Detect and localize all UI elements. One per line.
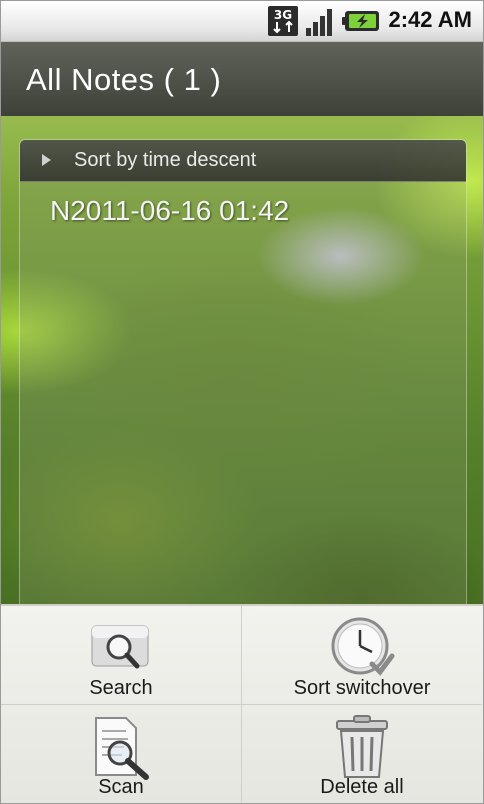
delete-all-label: Delete all — [320, 776, 404, 798]
scan-label: Scan — [98, 776, 144, 798]
battery-charging-icon — [342, 10, 380, 36]
options-menu: Search Sort switchover Scan Delete all — [1, 604, 483, 803]
clock-time: 2:42 AM — [388, 7, 472, 32]
list-item[interactable]: N2011-06-16 01:42 — [50, 195, 289, 227]
scan-document-icon — [86, 715, 156, 785]
expand-arrow-icon — [42, 154, 51, 166]
sort-label: Sort by time descent — [74, 149, 257, 171]
screen: 3G 2:42 AM All Notes ( 1 ) Sort by time … — [0, 0, 484, 804]
search-menu-item[interactable]: Search — [1, 606, 242, 705]
delete-all-menu-item[interactable]: Delete all — [242, 705, 482, 803]
sort-switchover-label: Sort switchover — [293, 677, 431, 699]
sort-bar[interactable]: Sort by time descent — [20, 140, 466, 182]
signal-strength-icon — [305, 6, 337, 40]
title-bar: All Notes ( 1 ) — [1, 42, 483, 116]
search-label: Search — [89, 677, 153, 699]
page-title: All Notes ( 1 ) — [26, 62, 222, 97]
search-icon — [89, 616, 153, 678]
3g-data-icon: 3G — [268, 6, 300, 40]
sort-switchover-menu-item[interactable]: Sort switchover — [242, 606, 482, 705]
status-bar: 3G 2:42 AM — [1, 1, 483, 42]
trash-icon — [332, 715, 392, 785]
network-label: 3G — [274, 8, 292, 22]
scan-menu-item[interactable]: Scan — [1, 705, 242, 803]
clock-icon — [328, 616, 396, 682]
notes-panel: Sort by time descent N2011-06-16 01:42 — [19, 139, 467, 621]
